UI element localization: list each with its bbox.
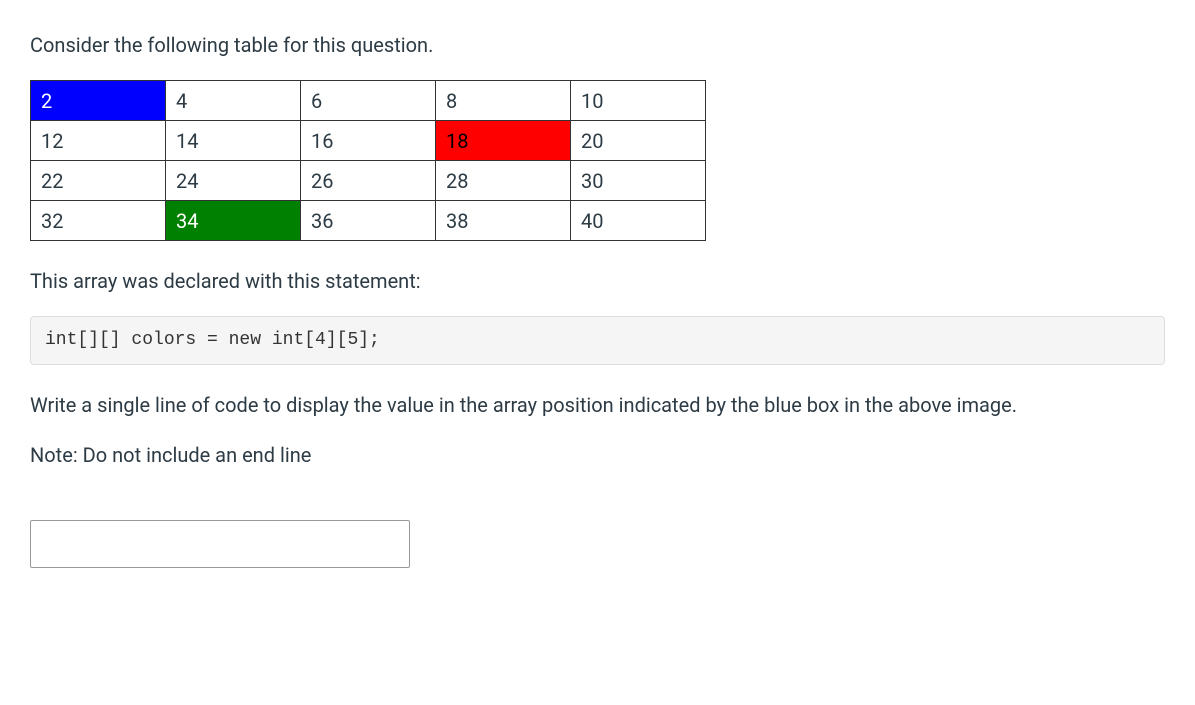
- array-table: 246810121416182022242628303234363840: [30, 80, 706, 241]
- table-cell: 36: [301, 201, 436, 241]
- table-cell: 2: [31, 81, 166, 121]
- table-row: 1214161820: [31, 121, 706, 161]
- table-cell: 10: [571, 81, 706, 121]
- table-cell: 18: [436, 121, 571, 161]
- table-cell: 28: [436, 161, 571, 201]
- note-text: Note: Do not include an end line: [30, 440, 1165, 470]
- table-cell: 14: [166, 121, 301, 161]
- table-cell: 34: [166, 201, 301, 241]
- intro-text: Consider the following table for this qu…: [30, 30, 1165, 60]
- table-cell: 40: [571, 201, 706, 241]
- table-row: 246810: [31, 81, 706, 121]
- table-cell: 6: [301, 81, 436, 121]
- declaration-text: This array was declared with this statem…: [30, 266, 1165, 296]
- table-cell: 38: [436, 201, 571, 241]
- table-row: 2224262830: [31, 161, 706, 201]
- table-cell: 32: [31, 201, 166, 241]
- table-cell: 26: [301, 161, 436, 201]
- table-cell: 22: [31, 161, 166, 201]
- instruction-text: Write a single line of code to display t…: [30, 390, 1165, 420]
- table-cell: 30: [571, 161, 706, 201]
- table-cell: 8: [436, 81, 571, 121]
- code-block: int[][] colors = new int[4][5];: [30, 316, 1165, 365]
- table-cell: 24: [166, 161, 301, 201]
- table-cell: 12: [31, 121, 166, 161]
- table-cell: 20: [571, 121, 706, 161]
- table-cell: 16: [301, 121, 436, 161]
- table-row: 3234363840: [31, 201, 706, 241]
- table-cell: 4: [166, 81, 301, 121]
- answer-input[interactable]: [30, 520, 410, 568]
